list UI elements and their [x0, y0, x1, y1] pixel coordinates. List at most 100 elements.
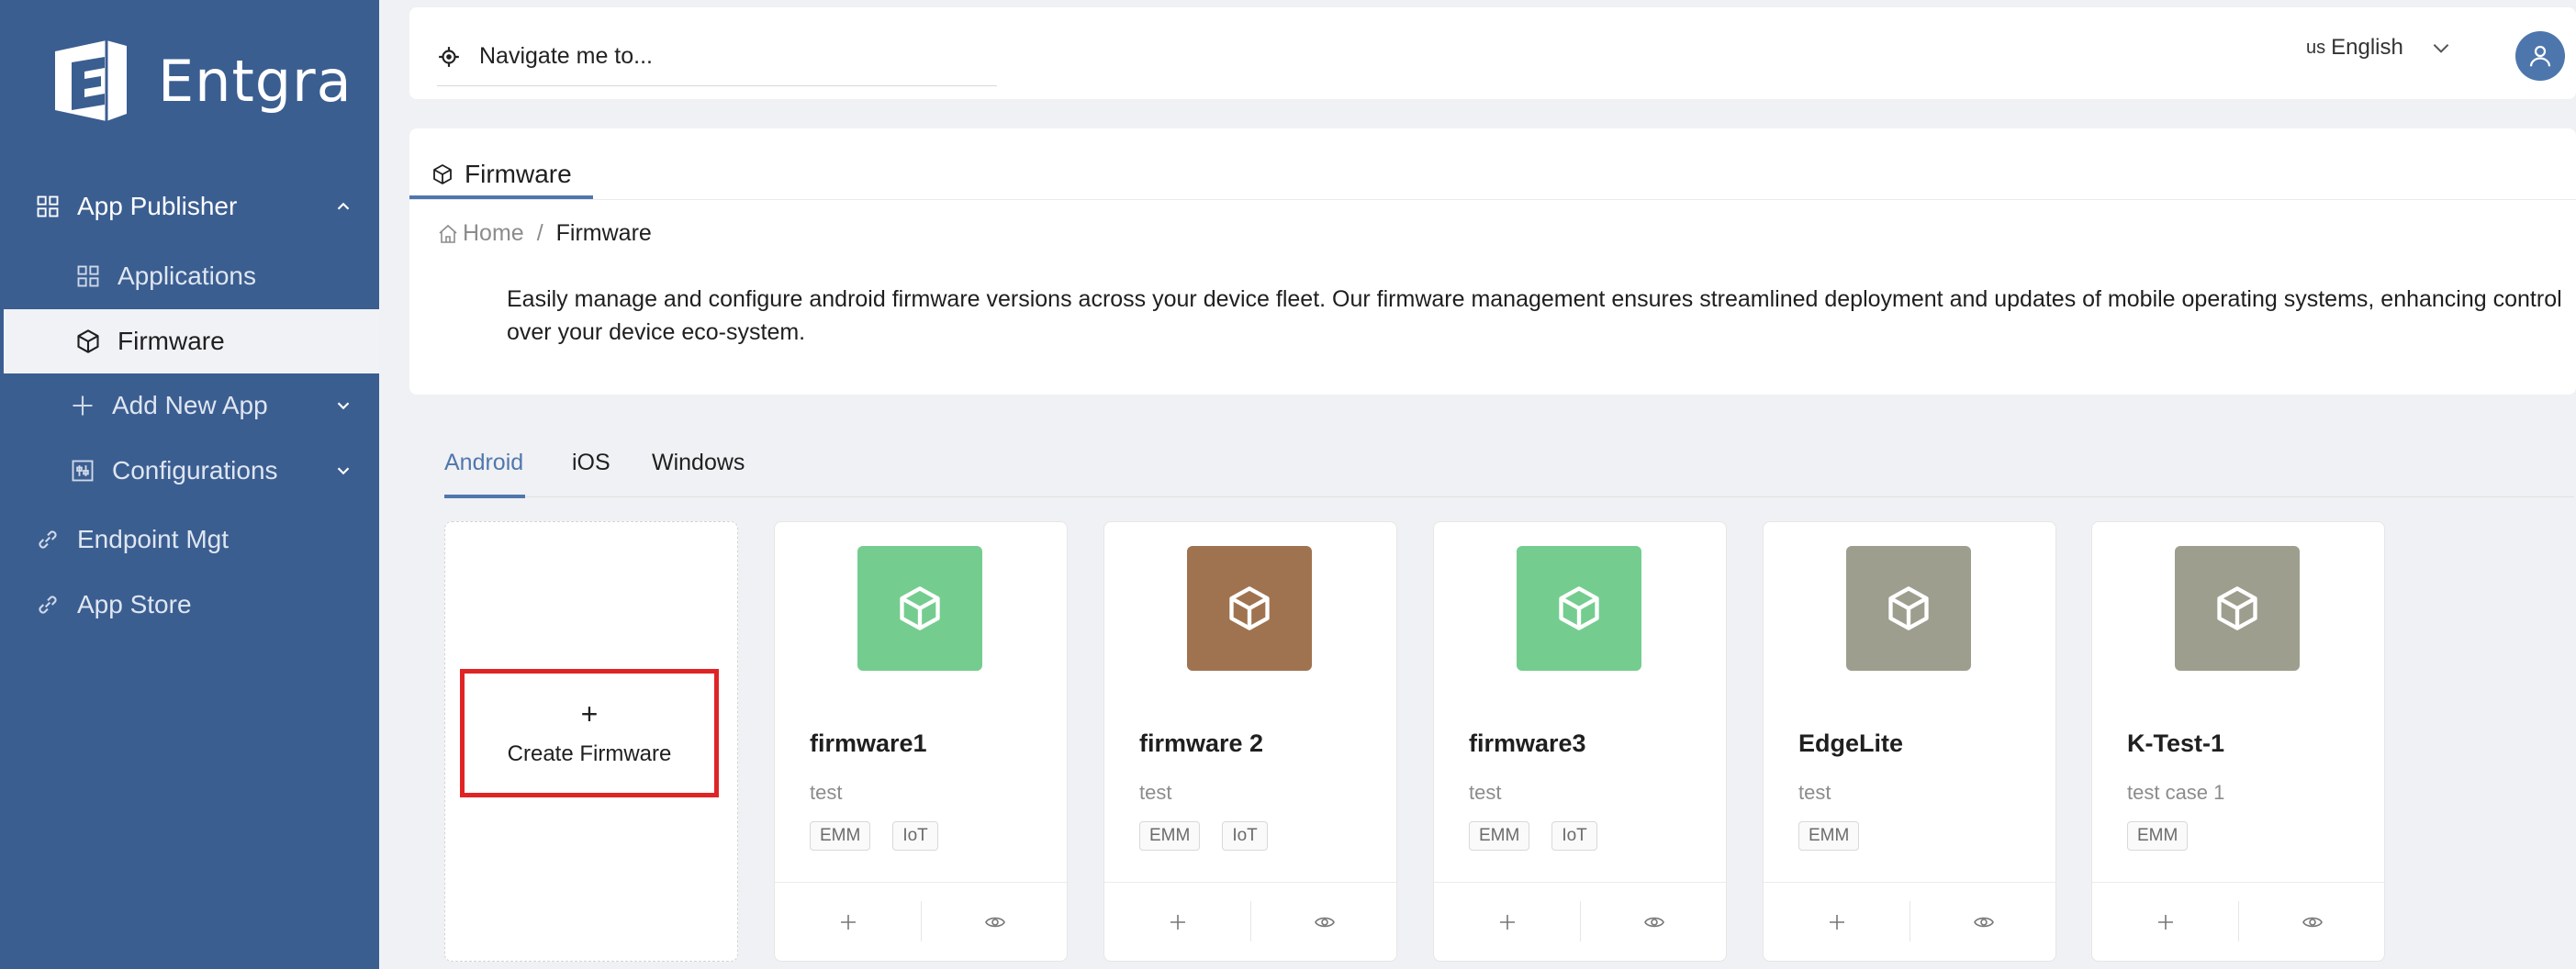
- firmware-card[interactable]: K-Test-1 test case 1 EMM: [2091, 521, 2385, 962]
- firmware-card[interactable]: EdgeLite test EMM: [1763, 521, 2056, 962]
- tag-badge: EMM: [810, 821, 871, 851]
- eye-icon: [1974, 917, 1994, 928]
- add-button[interactable]: [1434, 883, 1581, 962]
- sidebar-item-firmware[interactable]: Firmware: [4, 309, 379, 373]
- link-icon: [35, 527, 61, 552]
- add-button[interactable]: [2092, 883, 2239, 962]
- firmware-actions: [775, 882, 1067, 961]
- view-button[interactable]: [1251, 883, 1398, 962]
- firmware-thumbnail: [2175, 546, 2300, 671]
- firmware-actions: [1104, 882, 1396, 961]
- page-description: Easily manage and configure android firm…: [507, 286, 2562, 345]
- language-label: English: [2331, 35, 2403, 60]
- user-avatar[interactable]: [2515, 31, 2565, 81]
- firmware-tags: EMM: [2127, 821, 2210, 851]
- tag-badge: EMM: [1798, 821, 1860, 851]
- firmware-tags: EMM IoT: [1139, 821, 1290, 851]
- breadcrumb-current: Firmware: [555, 220, 652, 246]
- sidebar: Entgra App Publisher Applications Firmwa…: [0, 0, 379, 969]
- link-icon: [35, 592, 61, 618]
- sidebar-item-app-store[interactable]: App Store: [0, 573, 379, 637]
- entgra-logo-icon: [55, 40, 127, 121]
- cube-icon: [1559, 586, 1599, 630]
- sidebar-item-configurations[interactable]: Configurations: [0, 439, 379, 503]
- firmware-name: firmware 2: [1139, 730, 1264, 757]
- firmware-name: EdgeLite: [1798, 730, 1904, 757]
- firmware-card[interactable]: firmware3 test EMM IoT: [1433, 521, 1727, 962]
- chevron-down-icon: [337, 402, 350, 410]
- plus-icon: +: [580, 697, 599, 730]
- tag-badge: IoT: [1551, 821, 1597, 851]
- firmware-name: firmware3: [1469, 730, 1586, 757]
- firmware-card[interactable]: firmware 2 test EMM IoT: [1103, 521, 1397, 962]
- tab-windows[interactable]: Windows: [652, 450, 745, 476]
- firmware-description: test: [1139, 781, 1172, 804]
- sidebar-item-add-new-app[interactable]: Add New App: [0, 373, 379, 438]
- grid-icon: [35, 194, 61, 219]
- page-header: Firmware Home / Firmware Easily manage a…: [409, 128, 2576, 395]
- firmware-actions: [1764, 882, 2055, 961]
- platform-tabs: Android iOS Windows: [444, 442, 2574, 498]
- tag-badge: EMM: [2127, 821, 2189, 851]
- create-firmware-button[interactable]: + Create Firmware: [460, 669, 719, 797]
- sidebar-item-applications[interactable]: Applications: [0, 244, 379, 308]
- brand-name: Entgra: [158, 47, 353, 115]
- firmware-name: firmware1: [810, 730, 927, 757]
- breadcrumb-home[interactable]: Home: [463, 220, 524, 247]
- tab-ios[interactable]: iOS: [572, 450, 610, 476]
- sidebar-item-endpoint-mgt[interactable]: Endpoint Mgt: [0, 507, 379, 572]
- sidebar-item-label: Firmware: [118, 327, 225, 355]
- add-button[interactable]: [1104, 883, 1251, 962]
- page-tab-firmware[interactable]: Firmware: [431, 147, 572, 202]
- cube-icon: [1888, 586, 1929, 630]
- sidebar-item-label: App Publisher: [77, 192, 238, 220]
- firmware-description: test: [1798, 781, 1831, 804]
- home-icon: [439, 224, 457, 243]
- navigation-search-input[interactable]: [479, 43, 938, 70]
- firmware-card[interactable]: firmware1 test EMM IoT: [774, 521, 1068, 962]
- create-firmware-card[interactable]: + Create Firmware: [444, 521, 738, 962]
- tag-badge: EMM: [1469, 821, 1530, 851]
- firmware-actions: [2092, 882, 2384, 961]
- plus-icon: [1170, 915, 1185, 930]
- navigation-search[interactable]: [437, 28, 997, 86]
- tab-android[interactable]: Android: [444, 450, 523, 476]
- cube-icon: [433, 164, 452, 184]
- cube-icon: [1229, 586, 1270, 630]
- view-button[interactable]: [1910, 883, 2057, 962]
- locate-icon: [439, 46, 459, 67]
- language-selector[interactable]: us English: [2306, 35, 2453, 61]
- grid-icon: [75, 263, 101, 289]
- top-bar: us English: [409, 7, 2576, 99]
- chevron-up-icon: [337, 202, 350, 210]
- firmware-thumbnail: [1517, 546, 1641, 671]
- plus-icon: [2158, 915, 2173, 930]
- firmware-thumbnail: [1187, 546, 1312, 671]
- firmware-description: test: [1469, 781, 1502, 804]
- brand-logo[interactable]: Entgra: [42, 35, 353, 127]
- view-button[interactable]: [2239, 883, 2386, 962]
- firmware-actions: [1434, 882, 1726, 961]
- sidebar-item-app-publisher[interactable]: App Publisher: [0, 174, 379, 239]
- tag-badge: IoT: [892, 821, 938, 851]
- eye-icon: [1644, 917, 1664, 928]
- sidebar-item-label: Endpoint Mgt: [77, 525, 229, 553]
- user-icon: [2529, 45, 2551, 67]
- active-tab-indicator: [444, 495, 525, 498]
- eye-icon: [1315, 917, 1335, 928]
- plus-icon: [70, 393, 95, 418]
- firmware-thumbnail: [1846, 546, 1971, 671]
- sidebar-item-label: Applications: [118, 262, 256, 290]
- plus-icon: [841, 915, 856, 930]
- cube-icon: [900, 586, 940, 630]
- cube-icon: [75, 329, 101, 354]
- tag-badge: EMM: [1139, 821, 1201, 851]
- add-button[interactable]: [775, 883, 922, 962]
- create-firmware-label: Create Firmware: [507, 741, 672, 766]
- view-button[interactable]: [922, 883, 1069, 962]
- firmware-tags: EMM IoT: [1469, 821, 1619, 851]
- view-button[interactable]: [1581, 883, 1728, 962]
- add-button[interactable]: [1764, 883, 1910, 962]
- tag-badge: IoT: [1222, 821, 1268, 851]
- page-title: Firmware: [465, 160, 572, 188]
